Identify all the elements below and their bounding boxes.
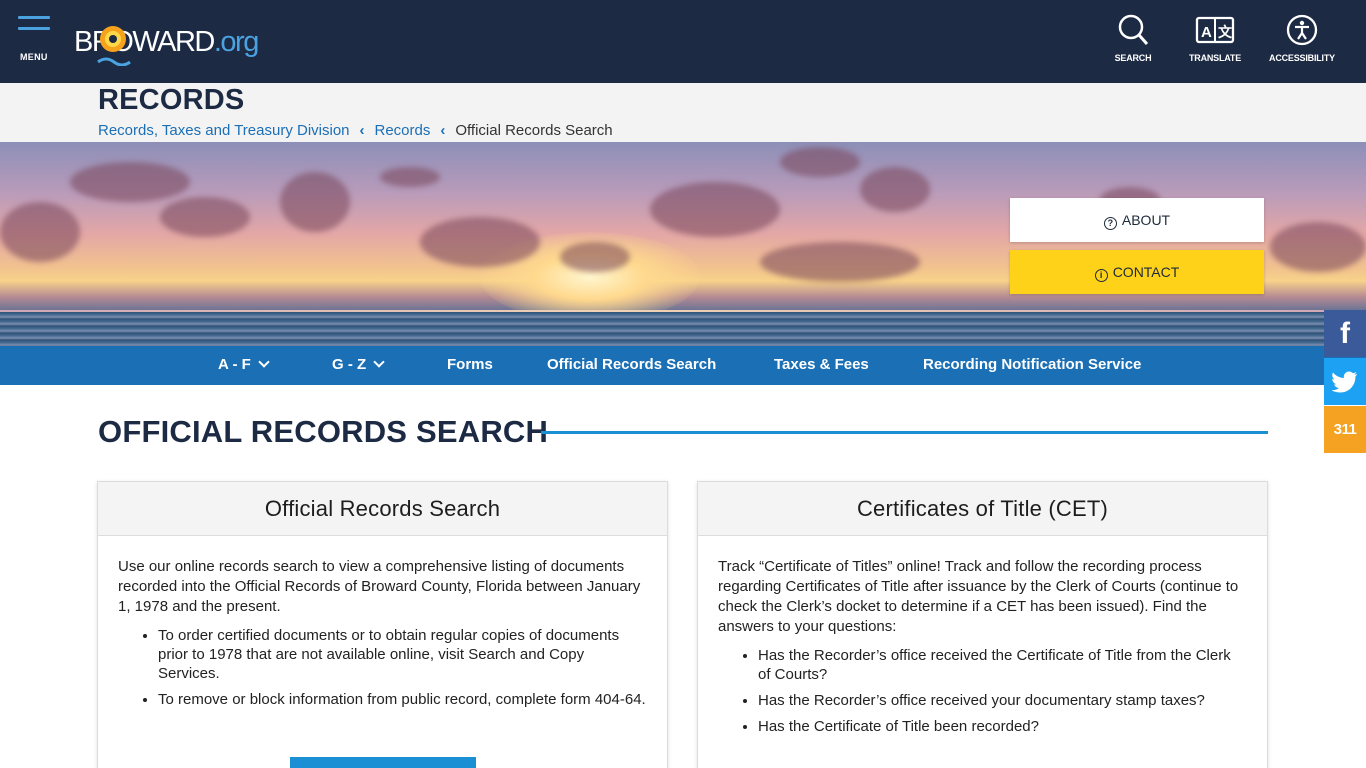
twitter-share-button[interactable] — [1324, 358, 1366, 405]
twitter-icon — [1331, 371, 1357, 393]
sun-logo-icon — [100, 26, 126, 52]
question-circle-icon: ? — [1103, 217, 1117, 230]
nav-item-label: G - Z — [332, 356, 367, 373]
section-title: OFFICIAL RECORDS SEARCH — [98, 414, 549, 449]
contact-label: CONTACT — [1112, 264, 1180, 280]
svg-text:文: 文 — [1218, 24, 1233, 41]
info-circle-icon: i — [1094, 269, 1108, 282]
cloud — [70, 162, 190, 202]
card-body: Track “Certificate of Titles” online! Tr… — [698, 536, 1267, 736]
search-icon — [1118, 14, 1149, 45]
about-label: ABOUT — [1121, 212, 1171, 228]
breadcrumb-link-records[interactable]: Records — [375, 122, 431, 139]
chevron-down-icon — [373, 356, 385, 368]
svg-text:A: A — [1201, 24, 1212, 41]
card-intro: Track “Certificate of Titles” online! Tr… — [718, 558, 1239, 635]
accessibility-label: ACCESSIBILITY — [1269, 53, 1335, 63]
certificates-of-title-card: Certificates of Title (CET) Track “Certi… — [697, 481, 1268, 768]
chevron-down-icon — [258, 356, 270, 368]
nav-item-recording-notification[interactable]: Recording Notification Service — [923, 346, 1141, 385]
hamburger-icon-bar — [18, 27, 50, 30]
cloud — [560, 242, 630, 272]
nav-item-official-records-search[interactable]: Official Records Search — [547, 346, 716, 385]
translate-icon: A 文 — [1195, 16, 1235, 44]
hero-sunset-image — [0, 142, 1366, 346]
contact-button[interactable]: i CONTACT — [1010, 250, 1264, 294]
nav-item-forms[interactable]: Forms — [447, 346, 493, 385]
page-header: RECORDS Records, Taxes and Treasury Divi… — [0, 83, 1366, 142]
page-title: RECORDS — [98, 84, 245, 116]
translate-button[interactable]: A 文 TRANSLATE — [1184, 14, 1246, 63]
menu-label: MENU — [20, 52, 48, 62]
cloud — [780, 147, 860, 177]
accessibility-icon — [1286, 14, 1318, 46]
wave-logo-icon — [97, 57, 131, 66]
search-records-button[interactable] — [290, 757, 476, 768]
about-button[interactable]: ? ABOUT — [1010, 198, 1264, 242]
search-button[interactable]: SEARCH — [1108, 14, 1158, 63]
cloud — [650, 182, 780, 237]
list-item: To remove or block information from publ… — [158, 690, 647, 709]
cloud — [1270, 222, 1366, 272]
311-label: 311 — [1333, 421, 1357, 438]
cloud — [420, 217, 540, 267]
ocean — [0, 312, 1366, 346]
hamburger-icon — [18, 16, 50, 19]
breadcrumb-link-division[interactable]: Records, Taxes and Treasury Division — [98, 122, 350, 139]
nav-item-g-z[interactable]: G - Z — [332, 346, 385, 385]
site-header: MENU BROWARD.org SEARCH A 文 TRANSLATE AC… — [0, 0, 1366, 83]
cloud — [380, 167, 440, 187]
cloud — [760, 242, 920, 282]
chevron-left-icon: ‹ — [440, 122, 446, 139]
card-title: Official Records Search — [98, 482, 667, 536]
search-label: SEARCH — [1114, 53, 1152, 63]
cloud — [160, 197, 250, 237]
facebook-share-button[interactable]: f — [1324, 310, 1366, 357]
broward-311-button[interactable]: 311 — [1324, 406, 1366, 453]
card-intro: Use our online records search to view a … — [118, 558, 641, 615]
official-records-search-card: Official Records Search Use our online r… — [97, 481, 668, 768]
broward-logo[interactable]: BROWARD.org — [74, 24, 259, 68]
nav-item-a-f[interactable]: A - F — [218, 346, 270, 385]
facebook-icon: f — [1340, 317, 1350, 350]
cloud — [860, 167, 930, 212]
translate-label: TRANSLATE — [1188, 53, 1242, 63]
chevron-left-icon: ‹ — [359, 122, 365, 139]
card-title: Certificates of Title (CET) — [698, 482, 1267, 536]
list-item: Has the Recorder’s office received the C… — [758, 646, 1247, 684]
cloud — [280, 172, 350, 232]
list-item: To order certified documents or to obtai… — [158, 626, 647, 683]
accessibility-button[interactable]: ACCESSIBILITY — [1263, 14, 1341, 63]
section-nav: A - F G - Z Forms Official Records Searc… — [0, 346, 1366, 385]
list-item: Has the Certificate of Title been record… — [758, 717, 1247, 736]
list-item: Has the Recorder’s office received your … — [758, 691, 1247, 710]
breadcrumb: Records, Taxes and Treasury Division ‹ Rec… — [98, 122, 613, 139]
breadcrumb-current: Official Records Search — [455, 122, 613, 139]
nav-item-taxes-fees[interactable]: Taxes & Fees — [774, 346, 869, 385]
nav-item-label: A - F — [218, 356, 251, 373]
card-bullet-list: To order certified documents or to obtai… — [158, 626, 647, 709]
menu-button[interactable]: MENU — [18, 16, 52, 64]
section-title-rule — [541, 431, 1268, 434]
card-body: Use our online records search to view a … — [98, 536, 667, 709]
card-bullet-list: Has the Recorder’s office received the C… — [758, 646, 1247, 736]
cloud — [0, 202, 80, 262]
